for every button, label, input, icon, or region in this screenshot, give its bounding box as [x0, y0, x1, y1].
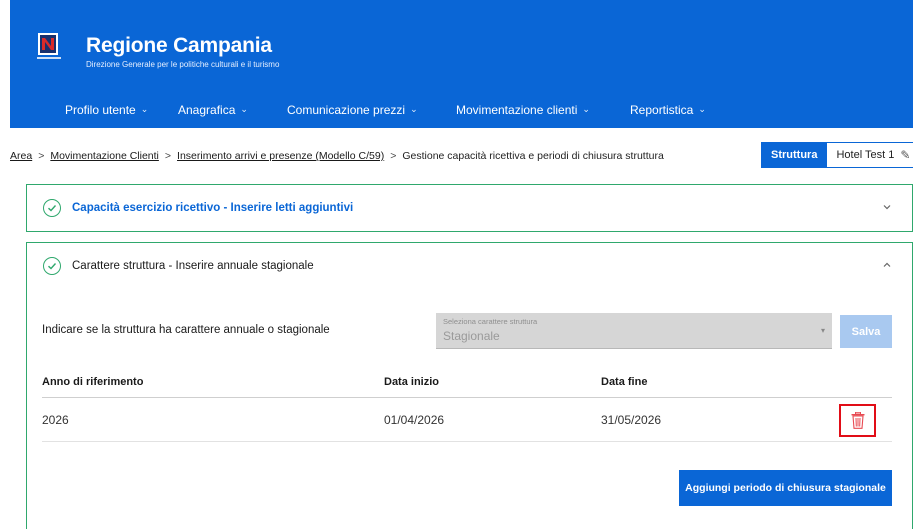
pencil-icon[interactable]: ✎ — [900, 148, 910, 162]
nav-item-label: Profilo utente — [65, 103, 136, 117]
capacity-panel-title: Capacità esercizio ricettivo - Inserire … — [72, 202, 354, 214]
nav-item-label: Anagrafica — [178, 103, 236, 117]
nav-item-label: Movimentazione clienti — [456, 103, 578, 117]
breadcrumb: Area > Movimentazione Clienti > Inserime… — [10, 150, 664, 162]
breadcrumb-movimentazione-clienti[interactable]: Movimentazione Clienti — [50, 150, 159, 162]
breadcrumb-area[interactable]: Area — [10, 150, 32, 162]
cell-data-fine: 31/05/2026 — [601, 413, 662, 427]
add-seasonal-closure-button[interactable]: Aggiungi periodo di chiusura stagionale — [679, 470, 892, 506]
chevron-down-icon: ⌄ — [410, 103, 418, 114]
breadcrumb-current: Gestione capacità ricettiva e periodi di… — [402, 150, 664, 162]
structure-value[interactable]: Hotel Test 1 ✎ — [827, 142, 913, 168]
breadcrumb-separator: > — [390, 150, 397, 162]
nav-movimentazione-clienti[interactable]: Movimentazione clienti ⌄ — [456, 92, 590, 128]
column-header-data-fine: Data fine — [601, 376, 648, 388]
check-circle-icon — [43, 257, 61, 275]
table-row-divider — [42, 441, 892, 442]
capacity-panel: Capacità esercizio ricettivo - Inserire … — [26, 184, 913, 232]
caret-down-icon: ▾ — [820, 326, 825, 335]
nav-item-label: Reportistica — [630, 103, 694, 117]
cell-anno: 2026 — [42, 413, 69, 427]
trash-icon — [851, 412, 864, 429]
character-question: Indicare se la struttura ha carattere an… — [42, 324, 330, 336]
breadcrumb-separator: > — [164, 150, 172, 162]
chevron-down-icon[interactable] — [882, 202, 892, 212]
character-panel-title: Carattere struttura - Inserire annuale s… — [72, 260, 314, 272]
nav-anagrafica[interactable]: Anagrafica ⌄ — [178, 92, 248, 128]
structure-label: Struttura — [761, 142, 828, 168]
select-placeholder: Seleziona carattere struttura — [443, 317, 538, 326]
chevron-up-icon[interactable] — [882, 260, 892, 270]
character-select[interactable]: Seleziona carattere struttura Stagionale… — [436, 313, 832, 349]
chevron-down-icon: ⌄ — [698, 103, 706, 114]
select-value: Stagionale — [443, 329, 500, 343]
region-logo[interactable] — [37, 32, 65, 64]
capacity-panel-header[interactable]: Capacità esercizio ricettivo - Inserire … — [27, 185, 912, 231]
table-header-divider — [42, 397, 892, 398]
breadcrumb-inserimento-arrivi[interactable]: Inserimento arrivi e presenze (Modello C… — [177, 150, 384, 162]
chevron-down-icon: ⌄ — [240, 103, 248, 114]
check-circle-icon — [43, 199, 61, 217]
character-panel-header[interactable]: Carattere struttura - Inserire annuale s… — [27, 243, 912, 289]
character-panel: Carattere struttura - Inserire annuale s… — [26, 242, 913, 529]
chevron-down-icon: ⌄ — [582, 103, 590, 114]
nav-reportistica[interactable]: Reportistica ⌄ — [630, 92, 706, 128]
save-button[interactable]: Salva — [840, 315, 892, 348]
column-header-data-inizio: Data inizio — [384, 376, 440, 388]
nav-comunicazione-prezzi[interactable]: Comunicazione prezzi ⌄ — [287, 92, 418, 128]
delete-row-button[interactable] — [839, 404, 876, 437]
structure-name: Hotel Test 1 — [836, 149, 895, 161]
brand-title[interactable]: Regione Campania — [86, 34, 272, 58]
cell-data-inizio: 01/04/2026 — [384, 413, 445, 427]
nav-item-label: Comunicazione prezzi — [287, 103, 406, 117]
breadcrumb-separator: > — [38, 150, 45, 162]
column-header-anno: Anno di riferimento — [42, 376, 144, 388]
main-nav: Profilo utente ⌄ Anagrafica ⌄ Comunicazion… — [10, 92, 913, 128]
structure-selector: Struttura Hotel Test 1 ✎ — [761, 142, 913, 168]
chevron-down-icon: ⌄ — [140, 103, 149, 114]
brand-subtitle: Direzione Generale per le politiche cult… — [86, 60, 280, 69]
nav-profilo-utente[interactable]: Profilo utente ⌄ — [65, 92, 148, 128]
site-header: Regione Campania Direzione Generale per … — [10, 0, 913, 128]
